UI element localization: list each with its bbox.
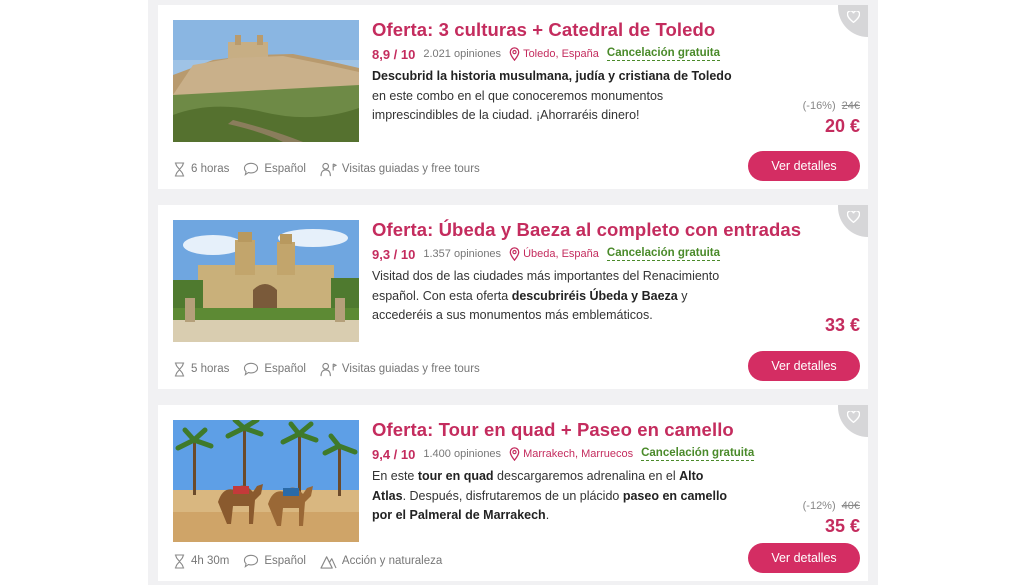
offer-title[interactable]: Oferta: Tour en quad + Paseo en camello	[372, 419, 734, 441]
offer-description: Descubrid la historia musulmana, judía y…	[372, 67, 732, 126]
old-price: (-12%) 40€	[803, 500, 860, 512]
category-label: Acción y naturaleza	[341, 555, 443, 567]
offer-card-toledo[interactable]: Oferta: 3 culturas + Catedral de Toledo …	[158, 5, 868, 189]
duration-label: 6 horas	[191, 163, 230, 175]
favorite-button[interactable]	[838, 5, 868, 37]
offer-meta: 8,9 / 10 2.021 opiniones Toledo, España …	[372, 44, 721, 64]
view-details-button[interactable]: Ver detalles	[748, 543, 860, 573]
offer-features: 6 horas Español Visitas guiadas y free t…	[173, 160, 494, 178]
description-segment: Descubrid la historia musulmana, judía y…	[372, 69, 732, 83]
offer-image-toledo[interactable]	[173, 20, 359, 142]
language-label: Español	[264, 555, 306, 567]
description-segment: en este combo en el que conoceremos monu…	[372, 88, 664, 123]
language: Español	[243, 554, 306, 568]
price: 33 €	[824, 315, 860, 335]
offer-title[interactable]: Oferta: Úbeda y Baeza al completo con en…	[372, 219, 801, 241]
heart-icon	[847, 211, 860, 223]
opinions-count: 2.021 opiniones	[423, 48, 502, 60]
mountain-icon	[320, 555, 337, 569]
duration: 4h 30m	[173, 553, 230, 569]
hourglass-icon	[174, 161, 185, 177]
speech-bubble-icon	[244, 162, 259, 176]
favorite-button[interactable]	[838, 205, 868, 237]
heart-icon	[847, 411, 860, 423]
offer-description: En este tour en quad descargaremos adren…	[372, 467, 732, 526]
description-segment: En este	[372, 469, 418, 483]
location: Marrakech, Marruecos	[509, 447, 633, 461]
offer-description: Visitad dos de las ciudades más importan…	[372, 267, 732, 326]
description-segment: tour en quad	[417, 469, 494, 483]
hourglass-icon	[174, 553, 185, 569]
duration: 5 horas	[173, 361, 230, 377]
location-label: Úbeda, España	[523, 248, 599, 260]
language: Español	[243, 362, 306, 376]
description-segment: descargaremos adrenalina en el	[493, 469, 680, 483]
offer-card-ubeda-baeza[interactable]: Oferta: Úbeda y Baeza al completo con en…	[158, 205, 868, 389]
guide-icon	[320, 362, 337, 376]
category-label: Visitas guiadas y free tours	[341, 363, 480, 375]
offer-meta: 9,4 / 10 1.400 opiniones Marrakech, Marr…	[372, 444, 755, 464]
location-pin-icon	[509, 447, 520, 461]
category: Visitas guiadas y free tours	[320, 362, 480, 377]
offer-image-marrakech[interactable]	[173, 420, 359, 542]
location-label: Marrakech, Marruecos	[523, 448, 634, 460]
location: Toledo, España	[509, 47, 599, 61]
opinions-count: 1.357 opiniones	[423, 248, 502, 260]
heart-icon	[847, 11, 860, 23]
guide-icon	[320, 162, 337, 176]
free-cancellation-badge[interactable]: Cancelación gratuita	[606, 47, 721, 61]
rating: 9,4 / 10	[372, 446, 416, 462]
price: 35 €	[824, 516, 860, 536]
price: 20 €	[824, 116, 860, 136]
offer-features: 5 horas Español Visitas guiadas y free t…	[173, 360, 494, 378]
location: Úbeda, España	[509, 247, 599, 261]
free-cancellation-badge[interactable]: Cancelación gratuita	[606, 247, 721, 261]
offer-meta: 9,3 / 10 1.357 opiniones Úbeda, España C…	[372, 244, 721, 264]
speech-bubble-icon	[244, 362, 259, 376]
category-label: Visitas guiadas y free tours	[341, 163, 480, 175]
language-label: Español	[264, 363, 306, 375]
view-details-button[interactable]: Ver detalles	[748, 151, 860, 181]
opinions-count: 1.400 opiniones	[423, 448, 502, 460]
view-details-button[interactable]: Ver detalles	[748, 351, 860, 381]
speech-bubble-icon	[244, 554, 259, 568]
location-pin-icon	[509, 247, 520, 261]
duration: 6 horas	[173, 161, 230, 177]
original-price: 40€	[841, 500, 860, 512]
free-cancellation-badge[interactable]: Cancelación gratuita	[641, 447, 755, 461]
offer-features: 4h 30m Español Acción y naturaleza	[173, 552, 456, 570]
original-price: 24€	[841, 100, 860, 112]
language: Español	[243, 162, 306, 176]
language-label: Español	[264, 163, 306, 175]
discount-percent: (-16%)	[802, 100, 836, 112]
category: Acción y naturaleza	[320, 554, 442, 569]
description-segment: descubriréis Úbeda y Baeza	[511, 288, 678, 303]
description-segment: .	[545, 508, 550, 523]
old-price: (-16%) 24€	[803, 100, 860, 112]
duration-label: 5 horas	[191, 363, 230, 375]
description-segment: . Después, disfrutaremos de un plácido	[402, 488, 623, 503]
discount-percent: (-12%)	[802, 500, 836, 512]
rating: 8,9 / 10	[372, 46, 416, 62]
location-label: Toledo, España	[523, 48, 599, 60]
offer-image-ubeda[interactable]	[173, 220, 359, 342]
category: Visitas guiadas y free tours	[320, 162, 480, 177]
duration-label: 4h 30m	[191, 555, 230, 567]
offer-title[interactable]: Oferta: 3 culturas + Catedral de Toledo	[372, 19, 715, 41]
offer-card-marrakech[interactable]: Oferta: Tour en quad + Paseo en camello …	[158, 405, 868, 581]
favorite-button[interactable]	[838, 405, 868, 437]
rating: 9,3 / 10	[372, 246, 416, 262]
hourglass-icon	[174, 361, 185, 377]
location-pin-icon	[509, 47, 520, 61]
